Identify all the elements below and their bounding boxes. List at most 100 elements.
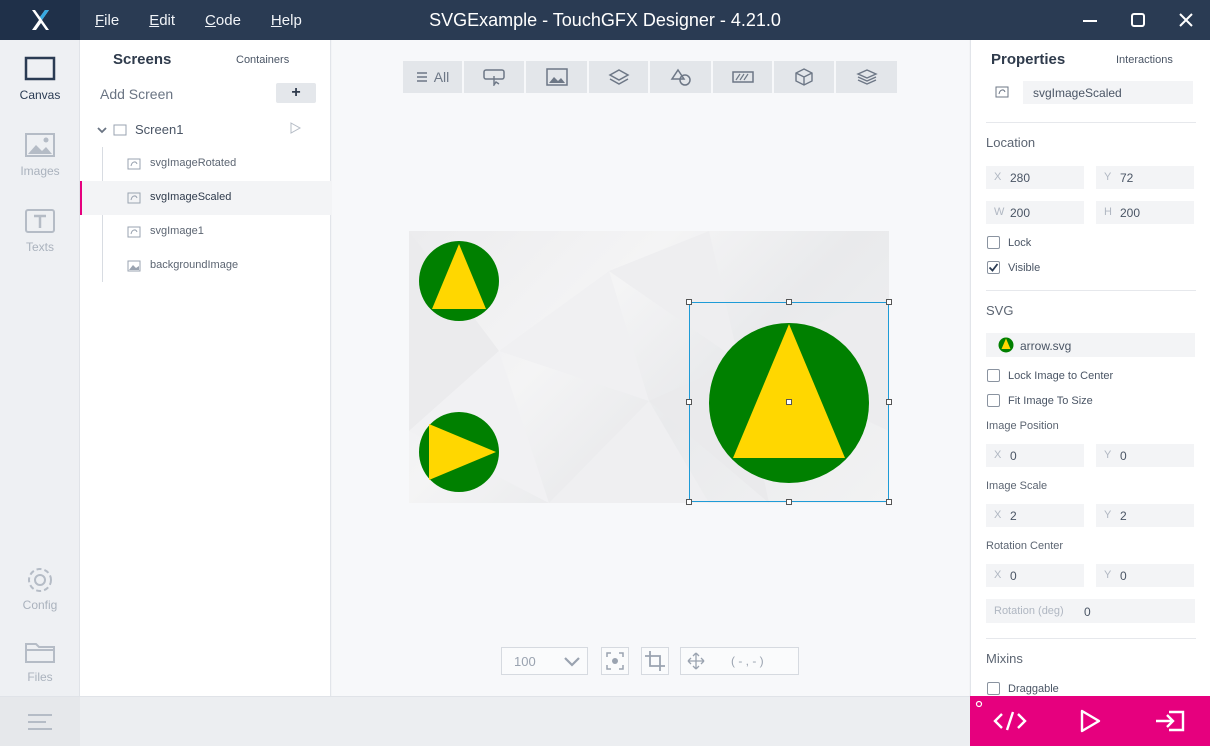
nav-images[interactable]: Images: [0, 116, 80, 186]
button-widget-icon: [483, 69, 505, 86]
svg-file-name: arrow.svg: [1020, 339, 1072, 353]
close-button[interactable]: [1162, 0, 1210, 40]
tree-item-svgimage1[interactable]: svgImage1: [80, 215, 331, 249]
field-key: W: [994, 206, 1005, 218]
widget-name-field[interactable]: svgImageScaled: [1023, 81, 1193, 104]
menu-help[interactable]: Help: [271, 12, 302, 29]
nav-config[interactable]: Config: [0, 550, 80, 620]
field-value: 0: [1010, 449, 1017, 463]
resize-handle[interactable]: [686, 499, 692, 505]
generate-code-button[interactable]: [975, 696, 1045, 746]
widget-filter-3d[interactable]: [774, 61, 834, 93]
add-screen-button[interactable]: +: [276, 83, 316, 103]
resize-handle[interactable]: [886, 299, 892, 305]
location-w-field[interactable]: W 200: [986, 201, 1084, 224]
run-simulator-button[interactable]: [1055, 696, 1125, 746]
tab-properties[interactable]: Properties: [991, 51, 1065, 68]
visible-checkbox[interactable]: [987, 261, 1000, 274]
location-h-field[interactable]: H 200: [1096, 201, 1194, 224]
svg-section-title: SVG: [986, 303, 1014, 318]
image-scale-y-field[interactable]: Y2: [1096, 504, 1194, 527]
maximize-icon: [1131, 13, 1145, 27]
nav-texts-label: Texts: [25, 240, 54, 254]
screen-icon: [113, 124, 127, 136]
nav-files[interactable]: Files: [0, 622, 80, 692]
tree-item-label: backgroundImage: [150, 259, 239, 271]
widget-filter-containers[interactable]: [589, 61, 648, 93]
location-section-title: Location: [986, 135, 1036, 150]
menu-edit[interactable]: Edit: [149, 12, 175, 29]
resize-handle[interactable]: [886, 399, 892, 405]
folder-icon: [25, 643, 55, 663]
center-handle[interactable]: [786, 399, 792, 405]
widget-filter-buttons[interactable]: [464, 61, 524, 93]
resize-handle[interactable]: [686, 399, 692, 405]
tree-screen-row[interactable]: Screen1: [80, 113, 331, 147]
image-position-x-field[interactable]: X0: [986, 444, 1084, 467]
resize-handle[interactable]: [786, 499, 792, 505]
touchgfx-logo-icon: [32, 10, 49, 30]
tree-item-backgroundimage[interactable]: backgroundImage: [80, 249, 331, 283]
rotation-label: Rotation (deg): [994, 605, 1064, 617]
crop-button[interactable]: [641, 647, 669, 675]
fit-to-screen-button[interactable]: [601, 647, 629, 675]
tab-containers[interactable]: Containers: [236, 54, 289, 66]
lock-checkbox[interactable]: [987, 236, 1000, 249]
zoom-select[interactable]: 100: [501, 647, 588, 675]
svg-file-select[interactable]: arrow.svg: [986, 333, 1195, 357]
resize-handle[interactable]: [886, 499, 892, 505]
zoom-value: 100: [514, 654, 536, 669]
nav-texts[interactable]: Texts: [0, 192, 80, 262]
field-key: X: [994, 509, 1002, 521]
coordinates-text: ( - , - ): [731, 654, 764, 668]
field-key: H: [1104, 206, 1112, 218]
rotation-center-x-field[interactable]: X0: [986, 564, 1084, 587]
play-screen-icon[interactable]: [289, 122, 301, 134]
visible-label: Visible: [1008, 262, 1041, 274]
run-target-button[interactable]: [1135, 696, 1205, 746]
tree-item-svgimagerotated[interactable]: svgImageRotated: [80, 147, 331, 181]
properties-panel: Properties Interactions svgImageScaled L…: [970, 40, 1210, 696]
svg-image-rotated[interactable]: [418, 240, 500, 322]
canvas-icon: [24, 56, 56, 81]
chevron-down-icon[interactable]: [96, 124, 108, 136]
maximize-button[interactable]: [1114, 0, 1162, 40]
minimize-button[interactable]: [1066, 0, 1114, 40]
tree-item-svgimagescaled[interactable]: svgImageScaled: [80, 181, 331, 215]
menu-file[interactable]: File: [95, 12, 119, 29]
list-icon: [416, 72, 427, 82]
draggable-checkbox[interactable]: [987, 682, 1000, 695]
resize-handle[interactable]: [686, 299, 692, 305]
field-key: X: [994, 449, 1002, 461]
widget-filter-shapes[interactable]: [650, 61, 711, 93]
nav-toggle-button[interactable]: [0, 697, 80, 746]
close-icon: [1179, 13, 1193, 27]
code-icon: [993, 711, 1027, 731]
rotation-field[interactable]: Rotation (deg) 0: [986, 599, 1195, 623]
divider: [986, 290, 1196, 291]
location-x-field[interactable]: X 280: [986, 166, 1084, 189]
widget-filter-misc[interactable]: [836, 61, 897, 93]
menu-code[interactable]: Code: [205, 12, 241, 29]
widget-filter-images[interactable]: [526, 61, 587, 93]
lock-image-center-checkbox[interactable]: [987, 369, 1000, 382]
rotation-center-y-field[interactable]: Y0: [1096, 564, 1194, 587]
nav-canvas[interactable]: Canvas: [0, 40, 80, 110]
field-key: Y: [1104, 569, 1112, 581]
field-key: X: [994, 171, 1002, 183]
location-y-field[interactable]: Y 72: [1096, 166, 1194, 189]
left-navigation: Canvas Images Texts Config Files: [0, 40, 80, 696]
field-value: 0: [1120, 449, 1127, 463]
widget-filter-all[interactable]: All: [403, 61, 462, 93]
field-value: 72: [1120, 171, 1134, 185]
image-position-y-field[interactable]: Y0: [1096, 444, 1194, 467]
tab-interactions[interactable]: Interactions: [1116, 54, 1173, 66]
widget-filter-progress[interactable]: [713, 61, 772, 93]
fit-image-size-checkbox[interactable]: [987, 394, 1000, 407]
image-position-label: Image Position: [986, 420, 1059, 432]
image-scale-x-field[interactable]: X2: [986, 504, 1084, 527]
divider: [986, 638, 1196, 639]
gear-icon: [28, 568, 52, 592]
resize-handle[interactable]: [786, 299, 792, 305]
tab-screens[interactable]: Screens: [113, 51, 171, 68]
